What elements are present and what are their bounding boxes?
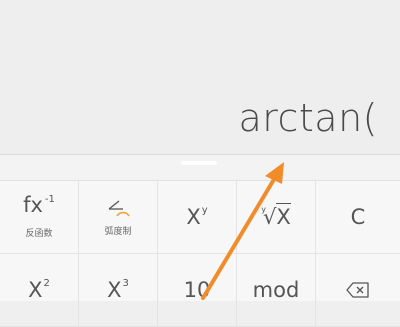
annotation-arrow [201,162,284,300]
